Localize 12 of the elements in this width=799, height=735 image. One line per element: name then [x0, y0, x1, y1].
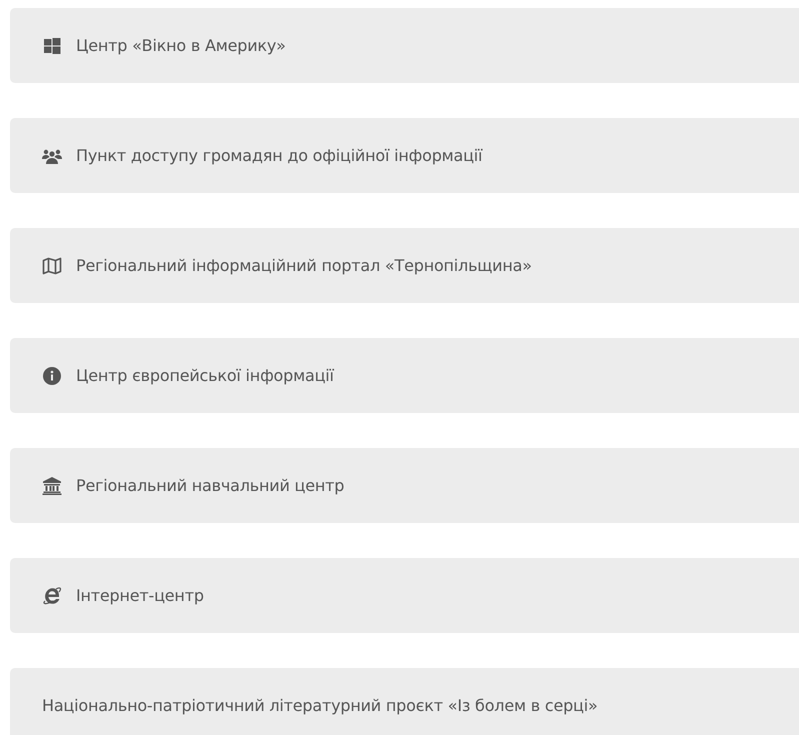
link-button[interactable]: Центр європейської інформації [10, 338, 799, 413]
link-button[interactable]: Пункт доступу громадян до офіційної інформації [10, 118, 799, 193]
link-button[interactable]: Інтернет-центр [10, 558, 799, 633]
bank-icon [42, 476, 62, 496]
link-button[interactable]: Центр «Вікно в Америку» [10, 8, 799, 83]
browser-icon [42, 586, 62, 606]
map-icon [42, 256, 62, 276]
link-button[interactable]: Регіональний інформаційний портал «Тернопільщина» [10, 228, 799, 303]
info-icon [42, 366, 62, 386]
windows-icon [42, 36, 62, 56]
link-button[interactable]: Національно-патріотичний літературний проєкт «Із болем в серці» [10, 668, 799, 735]
link-button[interactable]: Регіональний навчальний центр [10, 448, 799, 523]
